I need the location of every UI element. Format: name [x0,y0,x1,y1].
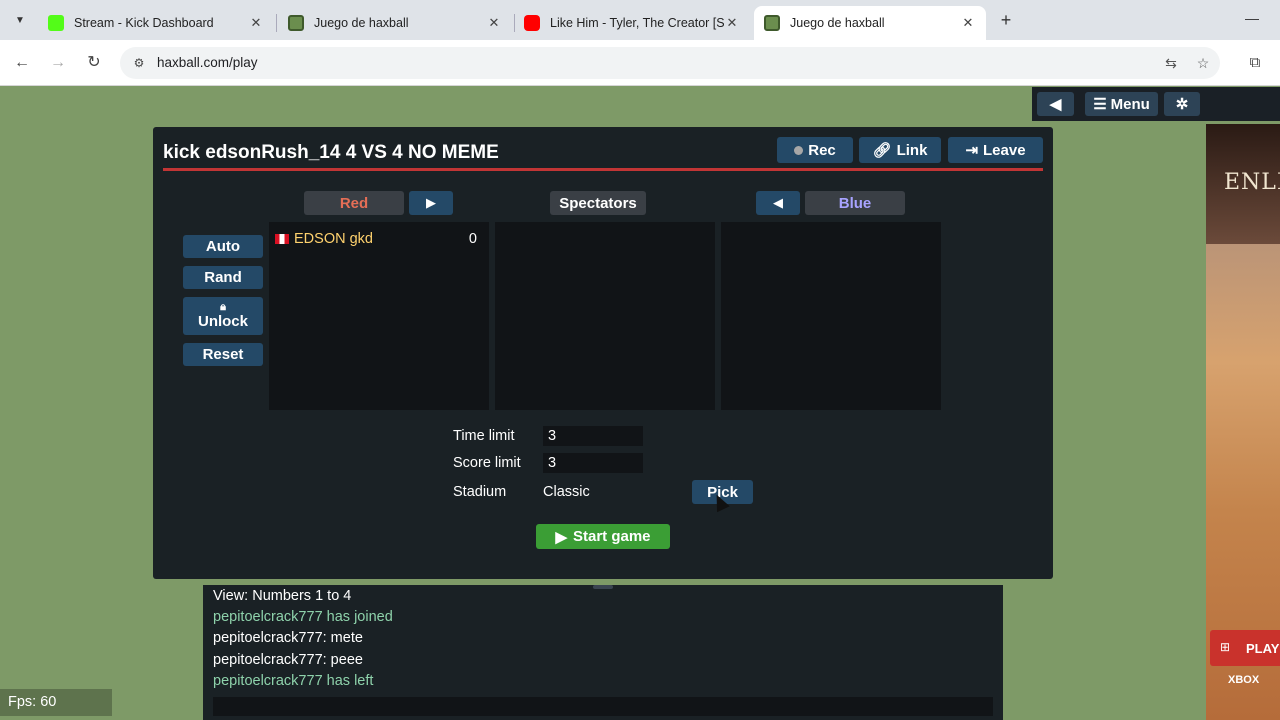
youtube-icon [524,15,540,31]
tab-title: Juego de haxball [314,16,409,30]
rec-button[interactable]: Rec [777,137,853,163]
tab-divider [276,14,277,32]
hamburger-icon: ☰ [1093,96,1107,113]
reset-button[interactable]: Reset [183,343,263,366]
chat-input[interactable] [213,697,993,716]
play-icon: ▶ [555,528,567,546]
stadium-value: Classic [543,484,590,500]
spectators-label[interactable]: Spectators [550,191,646,215]
translate-icon[interactable]: ⇆ [1162,54,1180,72]
player-row[interactable]: EDSON gkd 0 [275,230,485,248]
fps-counter: Fps: 60 [0,689,112,716]
haxball-top-bar: ◀ ☰ Menu ✲ [1032,87,1280,121]
title-underline [163,168,1043,171]
chat-message: pepitoelcrack777: mete [213,630,363,646]
move-to-blue-button[interactable]: ◀ [756,191,800,215]
stadium-label: Stadium [453,484,507,500]
move-to-red-button[interactable]: ▶ [409,191,453,215]
menu-button[interactable]: ☰ Menu [1085,92,1158,116]
sound-button[interactable]: ◀ [1037,92,1074,116]
record-dot-icon [794,145,804,155]
auto-button[interactable]: Auto [183,235,263,258]
browser-toolbar: ← → ↻ ⚙ haxball.com/play ⇆ ☆ ⧉ [0,40,1280,86]
chat-message: pepitoelcrack777 has left [213,673,374,689]
chat-resize-handle[interactable] [593,585,613,589]
tab-haxball-active[interactable]: Juego de haxball ✕ [754,6,986,40]
advertisement-banner[interactable]: ENLI PLAY ⊞ XBOX [1206,124,1280,720]
leave-label: Leave [983,141,1026,159]
blue-team-label[interactable]: Blue [805,191,905,215]
red-team-list[interactable]: EDSON gkd 0 [269,222,489,410]
reload-button[interactable]: ↻ [83,52,105,74]
ad-logo-text: ENLI [1224,170,1280,195]
extensions-icon[interactable]: ⧉ [1244,52,1266,74]
gear-icon: ✲ [1175,96,1189,113]
close-tab-icon[interactable]: ✕ [248,15,264,31]
url-text: haxball.com/play [157,55,258,70]
room-title: kick edsonRush_14 4 VS 4 NO MEME [163,142,499,163]
chat-message: pepitoelcrack777 has joined [213,609,393,625]
chat-panel: View: Numbers 1 to 4 pepitoelcrack777 ha… [203,585,1003,720]
close-tab-icon[interactable]: ✕ [724,15,740,31]
tab-title: Like Him - Tyler, The Creator [S [550,16,724,30]
player-name: EDSON gkd [294,231,373,247]
player-score: 0 [468,231,477,247]
lock-icon: 🔒︎ [220,301,226,313]
address-bar[interactable]: ⚙ haxball.com/play ⇆ ☆ [120,47,1220,79]
arrow-right-icon: ▶ [426,195,436,210]
close-tab-icon[interactable]: ✕ [486,15,502,31]
rand-button[interactable]: Rand [183,266,263,289]
speaker-icon: ◀ [1049,96,1062,113]
bookmark-star-icon[interactable]: ☆ [1194,54,1212,72]
time-limit-label: Time limit [453,428,515,444]
tab-strip: ▼ Stream - Kick Dashboard ✕ Juego de hax… [0,0,1280,40]
chat-message: pepitoelcrack777: peee [213,652,363,668]
new-tab-button[interactable]: + [996,10,1016,30]
blue-team-list[interactable] [721,222,941,410]
forward-button[interactable]: → [47,52,69,74]
close-tab-icon[interactable]: ✕ [960,15,976,31]
menu-label: Menu [1110,95,1150,113]
link-button[interactable]: 🔗︎ Link [859,137,941,163]
peru-flag-icon [275,234,289,244]
unlock-button[interactable]: 🔒︎ Unlock [183,297,263,335]
minimize-window-button[interactable]: — [1242,10,1262,26]
time-limit-select[interactable]: 3 [543,426,643,446]
score-limit-select[interactable]: 3 [543,453,643,473]
start-game-button[interactable]: ▶ Start game [536,524,670,549]
leave-button[interactable]: ⇥ Leave [948,137,1043,163]
tab-title: Juego de haxball [790,16,885,30]
link-label: Link [896,141,928,159]
tab-search-button[interactable]: ▼ [8,8,32,32]
tab-kick-dashboard[interactable]: Stream - Kick Dashboard ✕ [38,6,274,40]
tab-title: Stream - Kick Dashboard [74,16,214,30]
haxball-icon [288,15,304,31]
ad-xbox-label: XBOX [1228,674,1260,686]
start-game-label: Start game [573,528,651,545]
arrow-left-icon: ◀ [773,195,783,210]
windows-icon: ⊞ [1220,640,1231,654]
haxball-icon [764,15,780,31]
back-button[interactable]: ← [11,52,33,74]
tab-haxball-1[interactable]: Juego de haxball ✕ [278,6,512,40]
spectators-list[interactable] [495,222,715,410]
room-dialog: kick edsonRush_14 4 VS 4 NO MEME Rec 🔗︎ … [153,127,1053,579]
kick-icon [48,15,64,31]
ad-play-label: PLAY [1246,640,1280,656]
leave-icon: ⇥ [965,142,979,159]
score-limit-label: Score limit [453,455,521,471]
site-info-icon[interactable]: ⚙ [130,54,148,72]
red-team-label[interactable]: Red [304,191,404,215]
link-icon: 🔗︎ [872,142,892,159]
chat-message: View: Numbers 1 to 4 [213,588,352,604]
settings-button[interactable]: ✲ [1164,92,1200,116]
unlock-label: Unlock [197,313,248,330]
tab-youtube[interactable]: Like Him - Tyler, The Creator [S ✕ [514,6,750,40]
rec-label: Rec [808,141,836,159]
